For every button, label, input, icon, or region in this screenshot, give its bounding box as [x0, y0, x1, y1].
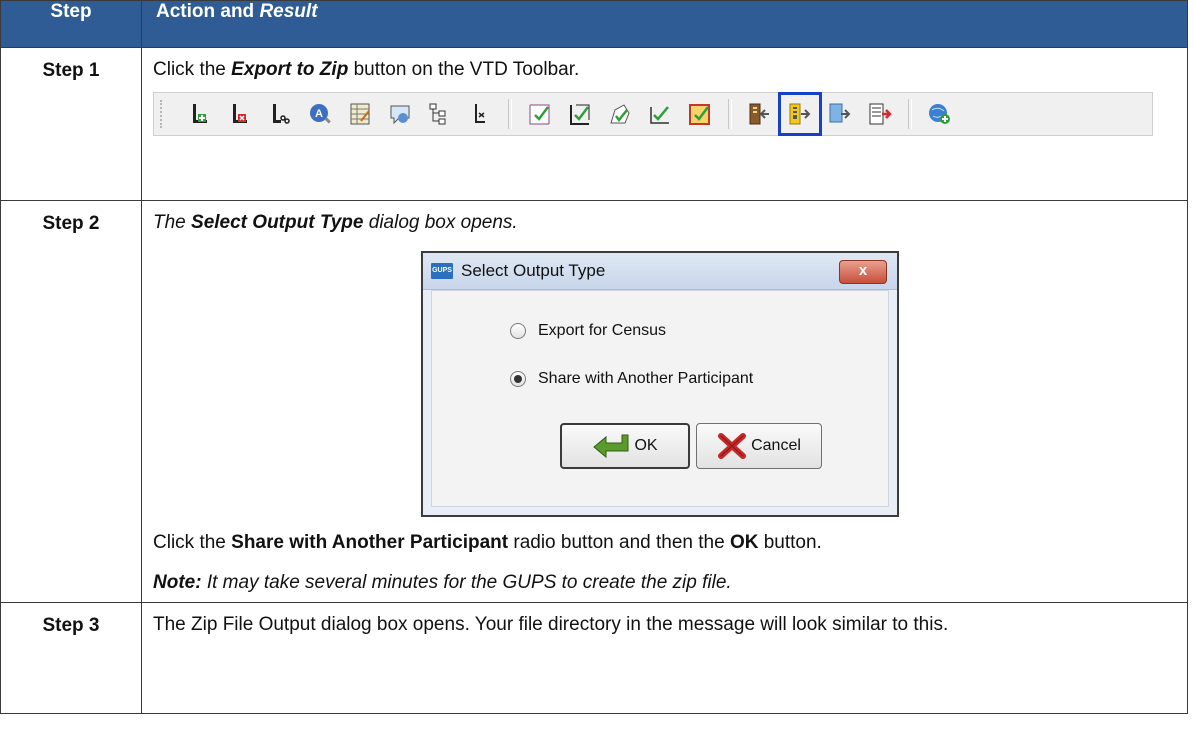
dialog-title: Select Output Type	[461, 261, 606, 281]
step-2-note: Note: It may take several minutes for th…	[153, 571, 1177, 595]
close-button[interactable]: x	[839, 259, 887, 284]
check-icon[interactable]	[645, 99, 675, 129]
cancel-button[interactable]: Cancel	[696, 422, 822, 469]
identify-icon[interactable]: A	[305, 99, 335, 129]
ok-arrow-icon	[593, 434, 629, 458]
radio-label: Export for Census	[538, 321, 667, 339]
step-content: Click the Export to Zip button on the VT…	[141, 47, 1188, 201]
text-span: radio button and then the	[508, 531, 730, 553]
cancel-x-icon	[718, 432, 747, 459]
dialog-body: Export for Census Share with Another Par…	[431, 289, 889, 507]
import-icon[interactable]	[745, 99, 775, 129]
toolbar-separator	[728, 98, 732, 129]
text-span: button on the VTD Toolbar.	[348, 59, 580, 80]
step-row-1: Step 1 Click the Export to Zip button on…	[0, 47, 1188, 201]
step-2-intro: The Select Output Type dialog box opens.	[153, 211, 1177, 235]
hierarchy-icon[interactable]	[425, 99, 455, 129]
text-span: The	[153, 212, 192, 233]
export-to-zip-icon[interactable]	[778, 91, 822, 136]
step-1-text: Click the Export to Zip button on the VT…	[153, 58, 1177, 82]
step-label: Step 3	[0, 602, 142, 715]
toolbar-grip[interactable]	[160, 99, 166, 128]
map-tip-icon[interactable]	[385, 99, 415, 129]
ok-text: OK	[729, 531, 759, 553]
gups-logo: GUPS	[431, 262, 453, 279]
cancel-label: Cancel	[751, 436, 801, 454]
polygon-select-icon[interactable]	[605, 99, 635, 129]
dialog-name-text: Select Output Type	[191, 212, 364, 233]
close-icon: x	[858, 262, 868, 280]
table-icon[interactable]	[345, 99, 375, 129]
split-icon[interactable]	[265, 99, 295, 129]
note-text: It may take several minutes for the GUPS…	[201, 571, 732, 593]
step-row-2: Step 2 The Select Output Type dialog box…	[0, 199, 1188, 604]
radio-share-with-participant[interactable]: Share with Another Participant	[510, 369, 753, 389]
select-box-icon[interactable]	[525, 99, 555, 129]
report-icon[interactable]	[865, 99, 895, 129]
text-span: Click the	[153, 531, 232, 553]
text-span: button.	[758, 531, 822, 553]
select-icon[interactable]	[565, 99, 595, 129]
vtd-toolbar: A	[153, 91, 1153, 136]
step-label: Step 2	[0, 199, 142, 604]
export-icon[interactable]	[825, 99, 855, 129]
globe-add-icon[interactable]	[925, 99, 955, 129]
step-row-3: Step 3 The Zip File Output dialog box op…	[0, 602, 1188, 715]
ok-button[interactable]: OK	[560, 422, 690, 469]
toolbar-separator	[508, 98, 512, 129]
export-to-zip-label: Export to Zip	[231, 59, 349, 80]
step-content: The Select Output Type dialog box opens.…	[141, 199, 1188, 604]
add-layer-icon[interactable]	[185, 99, 215, 129]
radio-label: Share with Another Participant	[538, 369, 754, 387]
share-option-text: Share with Another Participant	[231, 531, 509, 553]
step-label: Step 1	[0, 47, 142, 201]
text-span: Click the	[153, 59, 232, 80]
header-action-text: Action and	[156, 1, 260, 22]
radio-export-for-census[interactable]: Export for Census	[510, 321, 666, 341]
review-icon[interactable]	[685, 99, 715, 129]
svg-text:A: A	[315, 108, 323, 120]
split-line-icon[interactable]	[465, 99, 495, 129]
radio-button-checked[interactable]	[510, 370, 526, 387]
header-action: Action and Result	[141, 0, 1188, 48]
header-result-text: Result	[259, 1, 318, 22]
step-3-text: The Zip File Output dialog box opens. Yo…	[141, 602, 1188, 715]
step-2-instruction: Click the Share with Another Participant…	[153, 531, 1177, 555]
select-output-type-dialog: GUPS Select Output Type x Export for Cen…	[421, 250, 899, 517]
remove-layer-icon[interactable]	[225, 99, 255, 129]
steps-table: Step Action and Result Step 1 Click the …	[0, 0, 1188, 715]
text-span: dialog box opens.	[363, 212, 518, 233]
ok-label: OK	[634, 436, 658, 454]
note-label: Note:	[153, 571, 202, 593]
dialog-titlebar: GUPS Select Output Type x	[423, 252, 897, 290]
header-step: Step	[0, 0, 142, 48]
toolbar-separator	[908, 98, 912, 129]
radio-button[interactable]	[510, 322, 526, 339]
